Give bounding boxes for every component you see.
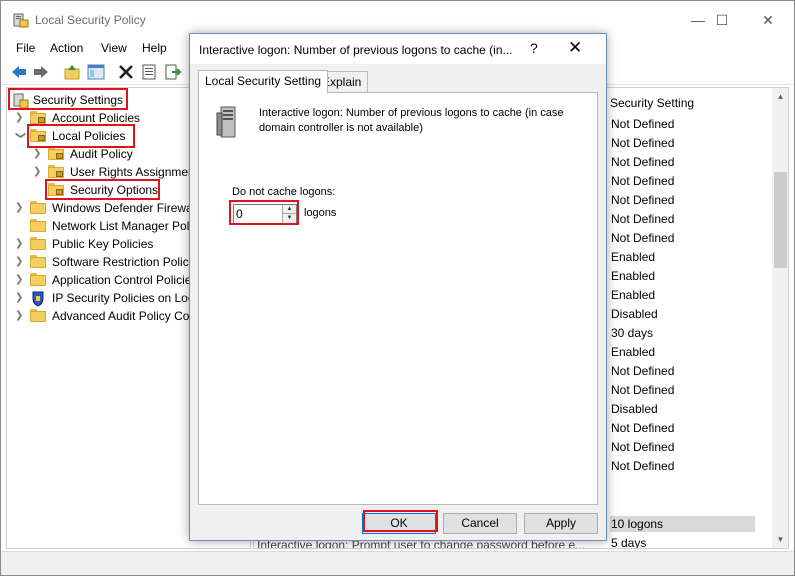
tree-label-advanced-audit: Advanced Audit Policy Co (52, 309, 190, 323)
list-value[interactable]: Disabled (611, 307, 658, 321)
security-policy-app-icon (13, 12, 29, 28)
cancel-button[interactable]: Cancel (443, 513, 517, 534)
spin-up-icon[interactable]: ▲ (282, 205, 296, 214)
export-list-icon[interactable] (164, 63, 182, 81)
folder-icon (30, 219, 46, 232)
close-window-button[interactable]: ✕ (745, 1, 791, 39)
chevron-right-icon[interactable]: ❯ (15, 310, 25, 322)
maximize-button[interactable]: ☐ (699, 1, 745, 39)
tree-label-app-control: Application Control Policie (52, 273, 192, 287)
list-value[interactable]: Enabled (611, 250, 655, 264)
dialog-close-button[interactable]: ✕ (568, 38, 582, 58)
delete-icon[interactable] (117, 63, 135, 81)
tree-label-security-options: Security Options (70, 183, 159, 197)
chevron-right-icon[interactable]: ❯ (15, 202, 25, 214)
logons-cache-input[interactable] (236, 206, 280, 222)
menu-view[interactable]: View (101, 41, 127, 55)
list-value[interactable]: Not Defined (611, 364, 674, 378)
tab-local-security-setting[interactable]: Local Security Setting (198, 70, 329, 93)
tree-label-defender-firewall: Windows Defender Firewal (52, 201, 196, 215)
column-header-security-setting[interactable]: Security Setting (610, 96, 694, 110)
logons-cache-stepper[interactable]: ▲ ▼ (233, 204, 297, 224)
list-value[interactable]: Disabled (611, 402, 658, 416)
folder-icon (30, 255, 46, 268)
list-value[interactable]: 30 days (611, 326, 653, 340)
scroll-up-arrow-icon[interactable]: ▲ (772, 88, 788, 105)
folder-icon (30, 309, 46, 322)
list-value[interactable]: Not Defined (611, 155, 674, 169)
list-value[interactable]: Not Defined (611, 383, 674, 397)
tree-label-security-settings: Security Settings (33, 93, 124, 107)
apply-button[interactable]: Apply (524, 513, 598, 534)
tree-label-audit-policy: Audit Policy (70, 147, 133, 161)
forward-arrow-icon[interactable] (32, 63, 50, 81)
tree-label-account-policies: Account Policies (52, 111, 141, 125)
folder-icon (30, 201, 46, 214)
up-folder-icon[interactable] (63, 63, 81, 81)
cache-logons-label: Do not cache logons: (232, 186, 336, 198)
properties-icon[interactable] (140, 63, 158, 81)
folder-icon (30, 237, 46, 250)
back-arrow-icon[interactable] (10, 63, 28, 81)
ip-security-shield-icon (30, 291, 46, 307)
list-value[interactable]: Not Defined (611, 117, 674, 131)
scroll-down-arrow-icon[interactable]: ▼ (772, 531, 788, 548)
folder-icon (30, 273, 46, 286)
dialog-title: Interactive logon: Number of previous lo… (199, 43, 513, 57)
tab-panel: Interactive logon: Number of previous lo… (198, 92, 598, 505)
ok-button[interactable]: OK (362, 513, 436, 534)
menu-file[interactable]: File (16, 41, 35, 55)
menu-action[interactable]: Action (50, 41, 83, 55)
tree-label-user-rights: User Rights Assignmen (70, 165, 195, 179)
list-value[interactable]: Not Defined (611, 174, 674, 188)
list-value[interactable]: Enabled (611, 288, 655, 302)
server-icon (213, 105, 241, 139)
chevron-right-icon[interactable]: ❯ (15, 238, 25, 250)
tree-label-network-list: Network List Manager Poli (52, 219, 193, 233)
status-bar (1, 551, 794, 575)
folder-lock-icon (30, 111, 46, 124)
chevron-right-icon[interactable]: ❯ (15, 292, 25, 304)
selected-row-value[interactable]: 10 logons (611, 517, 663, 531)
properties-dialog: Interactive logon: Number of previous lo… (189, 33, 607, 541)
chevron-right-icon[interactable]: ❯ (33, 166, 43, 178)
chevron-right-icon[interactable]: ❯ (15, 274, 25, 286)
list-value[interactable]: Not Defined (611, 193, 674, 207)
list-value[interactable]: 5 days (611, 536, 646, 548)
list-value[interactable]: Not Defined (611, 212, 674, 226)
chevron-right-icon[interactable]: ❯ (15, 112, 25, 124)
chevron-down-icon[interactable]: ❯ (14, 131, 26, 141)
list-value[interactable]: Not Defined (611, 440, 674, 454)
security-settings-icon (13, 93, 29, 109)
spin-down-icon[interactable]: ▼ (282, 214, 296, 223)
chevron-right-icon[interactable]: ❯ (33, 148, 43, 160)
dialog-title-bar: Interactive logon: Number of previous lo… (190, 34, 606, 64)
list-value[interactable]: Enabled (611, 269, 655, 283)
list-value[interactable]: Not Defined (611, 459, 674, 473)
folder-lock-icon (30, 129, 46, 142)
menu-help[interactable]: Help (142, 41, 167, 55)
list-value[interactable]: Not Defined (611, 136, 674, 150)
folder-lock-icon (48, 183, 64, 196)
list-value[interactable]: Not Defined (611, 421, 674, 435)
scrollbar-thumb[interactable] (774, 172, 787, 268)
help-button[interactable]: ? (530, 40, 538, 56)
list-value[interactable]: Enabled (611, 345, 655, 359)
vertical-scrollbar[interactable]: ▲ ▼ (772, 88, 788, 548)
folder-lock-icon (48, 165, 64, 178)
tree-label-ip-security: IP Security Policies on Loca (52, 291, 201, 305)
tree-label-local-policies: Local Policies (52, 129, 126, 143)
tree-label-software-restriction: Software Restriction Polici (52, 255, 192, 269)
list-value[interactable]: Not Defined (611, 231, 674, 245)
show-hide-tree-icon[interactable] (87, 63, 105, 81)
tree-label-public-key: Public Key Policies (52, 237, 154, 251)
chevron-right-icon[interactable]: ❯ (15, 256, 25, 268)
folder-lock-icon (48, 147, 64, 160)
logons-unit-label: logons (304, 207, 337, 219)
policy-description: Interactive logon: Number of previous lo… (259, 107, 564, 134)
window-title: Local Security Policy (35, 13, 146, 27)
